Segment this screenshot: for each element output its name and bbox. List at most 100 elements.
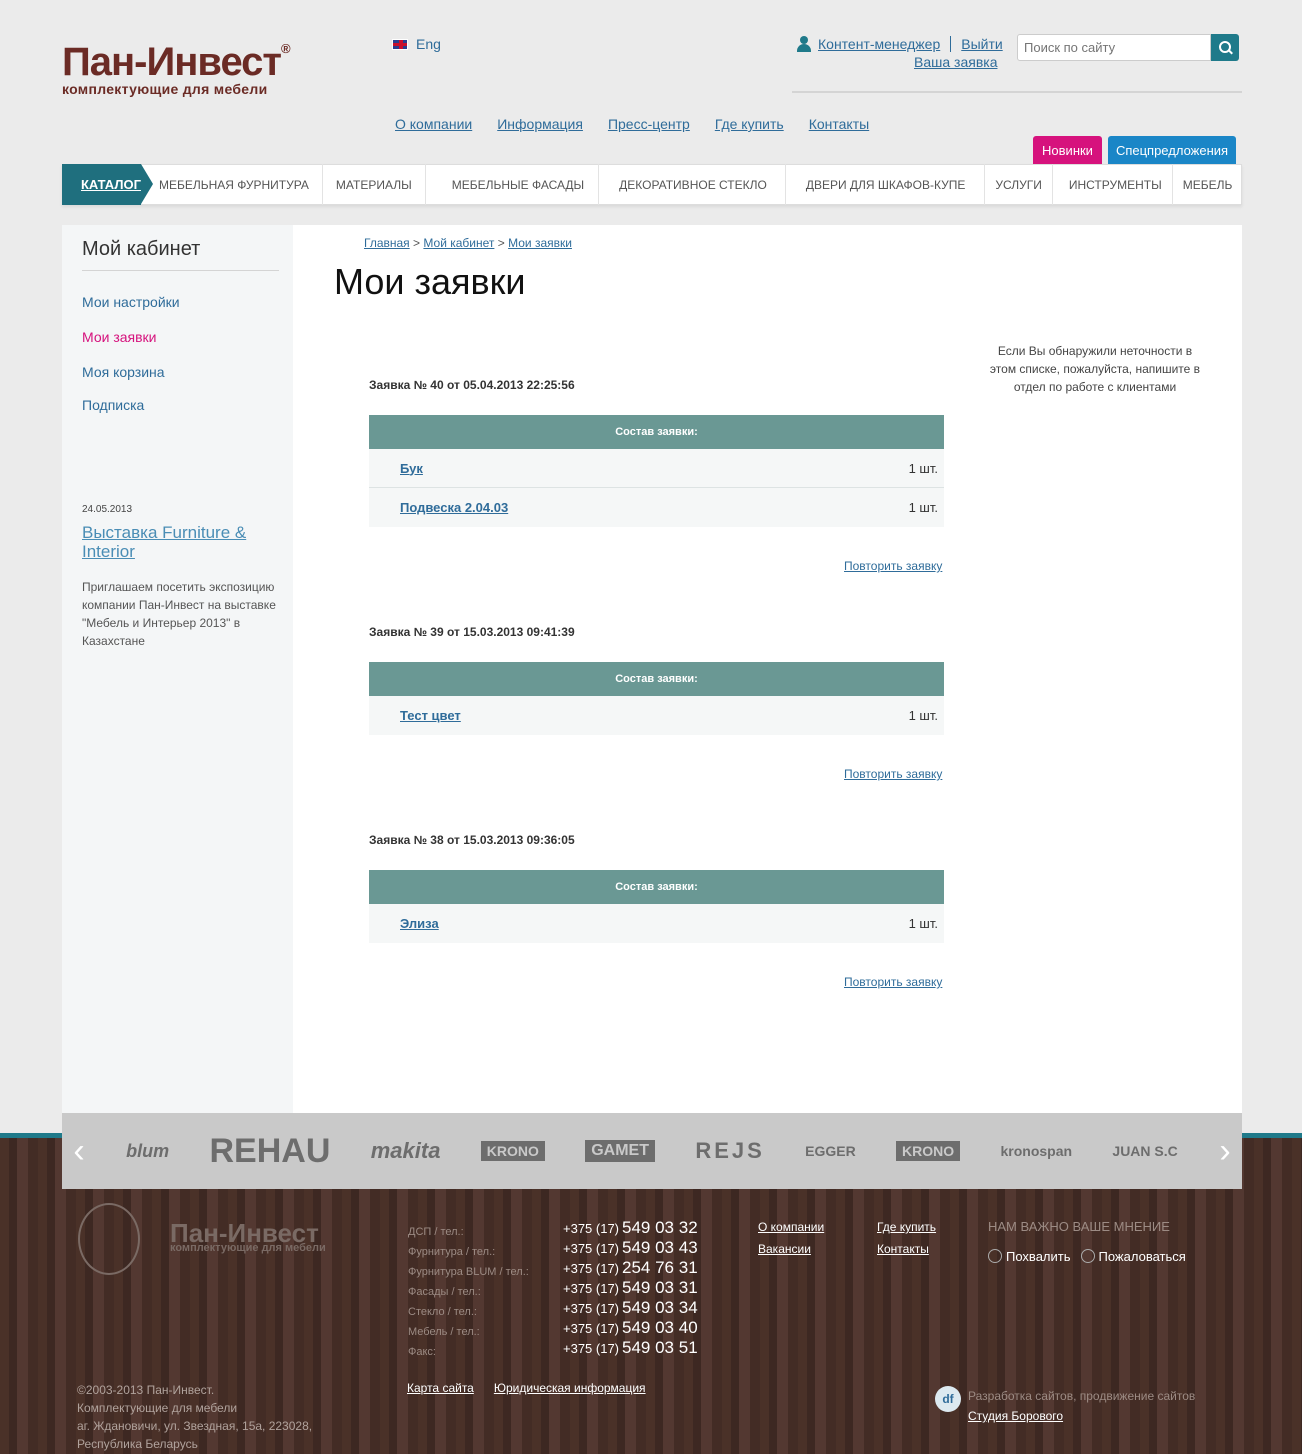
phone-label: Фурнитура BLUM / тел.:: [408, 1266, 529, 1278]
table-row: Элиза 1 шт.: [369, 904, 944, 943]
sad-face-icon: [1080, 1249, 1095, 1263]
catalog-button-label: КАТАЛОГ: [81, 176, 141, 192]
uk-flag-icon: [392, 38, 408, 50]
divider: [950, 36, 952, 52]
brand-logo[interactable]: REJS: [695, 1138, 764, 1164]
breadcrumb-separator: >: [497, 236, 505, 250]
repeat-order-link[interactable]: Повторить заявку: [844, 559, 942, 573]
sidebar-item-orders[interactable]: Мои заявки: [82, 329, 156, 345]
table-row: Тест цвет 1 шт.: [369, 696, 944, 735]
footer-links-col1: О компании Вакансии: [758, 1216, 824, 1260]
brand-logo[interactable]: makita: [371, 1138, 441, 1164]
logo[interactable]: Пан-Инвест® комплектующие для мебели: [62, 40, 291, 97]
footer-link-vacancies[interactable]: Вакансии: [758, 1242, 811, 1256]
search-input[interactable]: [1017, 34, 1211, 61]
catalog-bar: КАТАЛОГ МЕБЕЛЬНАЯ ФУРНИТУРА МАТЕРИАЛЫ МЕ…: [62, 163, 1243, 205]
breadcrumb-home[interactable]: Главная: [364, 236, 410, 250]
logout-link[interactable]: Выйти: [961, 36, 1002, 52]
sidebar-item-subscription[interactable]: Подписка: [82, 397, 144, 413]
table-row: Подвеска 2.04.03 1 шт.: [369, 488, 944, 527]
brand-logo[interactable]: REHAU: [209, 1132, 330, 1171]
developer-link[interactable]: Студия Борового: [968, 1409, 1063, 1423]
header-divider: [792, 91, 1242, 93]
phone-number: +375 (17) 254 76 31: [563, 1258, 698, 1277]
phone-row: ДСП / тел.: +375 (17) 549 03 32: [408, 1218, 698, 1238]
nav-info[interactable]: Информация: [497, 116, 583, 132]
language-switch[interactable]: Eng: [392, 36, 441, 52]
praise-button[interactable]: Похвалить: [988, 1249, 1071, 1264]
breadcrumb-separator: >: [413, 236, 421, 250]
catalog-item-furniture-hardware[interactable]: МЕБЕЛЬНАЯ ФУРНИТУРА: [141, 164, 323, 205]
complain-button[interactable]: Пожаловаться: [1080, 1249, 1186, 1264]
tab-new-products[interactable]: Новинки: [1033, 136, 1102, 165]
chevron-left-icon[interactable]: ‹: [62, 1113, 96, 1189]
brand-logo[interactable]: KRONO: [896, 1141, 961, 1161]
news-date: 24.05.2013: [82, 504, 133, 515]
phone-label: Фасады / тел.:: [408, 1286, 481, 1298]
catalog-item-materials[interactable]: МАТЕРИАЛЫ: [323, 164, 426, 205]
order-title: Заявка № 40 от 05.04.2013 22:25:56: [369, 378, 575, 392]
my-order-link[interactable]: Ваша заявка: [914, 54, 997, 70]
order-items-header: Состав заявки:: [369, 415, 944, 449]
phone-label: Фурнитура / тел.:: [408, 1246, 496, 1258]
news-title-link[interactable]: Выставка Furniture & Interior: [82, 523, 272, 561]
nav-press[interactable]: Пресс-центр: [608, 116, 690, 132]
logo-subtitle: комплектующие для мебели: [62, 81, 268, 97]
sidebar-title: Мой кабинет: [82, 238, 201, 260]
mascot-logo-icon: [78, 1203, 140, 1275]
catalog-item-wardrobe-doors[interactable]: ДВЕРИ ДЛЯ ШКАФОВ-КУПЕ: [786, 164, 986, 205]
phone-row: Мебель / тел.: +375 (17) 549 03 40: [408, 1318, 698, 1338]
breadcrumb-cabinet[interactable]: Мой кабинет: [423, 236, 494, 250]
chevron-right-icon[interactable]: ›: [1208, 1113, 1242, 1189]
catalog-item-glass[interactable]: ДЕКОРАТИВНОЕ СТЕКЛО: [599, 164, 786, 205]
nav-where-to-buy[interactable]: Где купить: [715, 116, 784, 132]
breadcrumb-current[interactable]: Мои заявки: [508, 236, 572, 250]
bottom-links: Карта сайта Юридическая информация: [407, 1381, 646, 1395]
order-item-link[interactable]: Подвеска 2.04.03: [400, 500, 508, 515]
catalog-item-services[interactable]: УСЛУГИ: [985, 164, 1053, 205]
catalog-item-tools[interactable]: ИНСТРУМЕНТЫ: [1053, 164, 1173, 205]
phone-row: Фасады / тел.: +375 (17) 549 03 31: [408, 1278, 698, 1298]
brand-logo[interactable]: GAMET: [585, 1140, 655, 1162]
phone-label: Стекло / тел.:: [408, 1306, 477, 1318]
catalog-item-furniture[interactable]: МЕБЕЛЬ: [1173, 164, 1243, 205]
sidebar-item-settings[interactable]: Мои настройки: [82, 294, 180, 310]
tab-special-offers[interactable]: Спецпредложения: [1108, 136, 1236, 165]
order-item-qty: 1 шт.: [908, 916, 938, 931]
repeat-order-link[interactable]: Повторить заявку: [844, 767, 942, 781]
phone-list: ДСП / тел.: +375 (17) 549 03 32 Фурнитура …: [408, 1218, 698, 1358]
nav-about[interactable]: О компании: [395, 116, 472, 132]
brand-logo[interactable]: KRONO: [480, 1141, 545, 1161]
phone-number: +375 (17) 549 03 51: [563, 1338, 698, 1357]
footer-link-contacts[interactable]: Контакты: [877, 1242, 929, 1256]
order-item-qty: 1 шт.: [908, 500, 938, 515]
user-profile-link[interactable]: Контент-менеджер: [818, 36, 940, 52]
order-item-link[interactable]: Элиза: [400, 916, 439, 931]
legal-info-link[interactable]: Юридическая информация: [494, 1381, 646, 1395]
brand-logo[interactable]: JUAN S.C: [1112, 1143, 1177, 1159]
brand-logo[interactable]: EGGER: [805, 1143, 856, 1159]
logo-title: Пан-Инвест: [62, 40, 282, 84]
sitemap-link[interactable]: Карта сайта: [407, 1381, 474, 1395]
phone-row: Факс: +375 (17) 549 03 51: [408, 1338, 698, 1358]
phone-row: Фурнитура BLUM / тел.: +375 (17) 254 76 31: [408, 1258, 698, 1278]
nav-contacts[interactable]: Контакты: [809, 116, 869, 132]
language-link[interactable]: Eng: [416, 36, 441, 52]
catalog-item-facades[interactable]: МЕБЕЛЬНЫЕ ФАСАДЫ: [426, 164, 600, 205]
smile-icon: [988, 1249, 1002, 1263]
order-item-link[interactable]: Бук: [400, 461, 423, 476]
feedback-buttons: Похвалить Пожаловаться: [988, 1249, 1186, 1264]
order-title: Заявка № 38 от 15.03.2013 09:36:05: [369, 833, 575, 847]
search-button[interactable]: [1211, 34, 1239, 61]
user-panel: Контент-менеджер Выйти: [796, 36, 1003, 52]
order-item-qty: 1 шт.: [908, 460, 938, 476]
order-item-link[interactable]: Тест цвет: [400, 708, 461, 723]
sidebar-item-cart[interactable]: Моя корзина: [82, 364, 165, 380]
repeat-order-link[interactable]: Повторить заявку: [844, 975, 942, 989]
footer-link-about[interactable]: О компании: [758, 1220, 824, 1234]
feedback-title: НАМ ВАЖНО ВАШЕ МНЕНИЕ: [988, 1219, 1170, 1234]
footer-link-where-to-buy[interactable]: Где купить: [877, 1220, 936, 1234]
brand-logo[interactable]: blum: [126, 1141, 169, 1162]
brand-logo[interactable]: kronospan: [1001, 1143, 1073, 1159]
catalog-button[interactable]: КАТАЛОГ: [62, 163, 153, 205]
